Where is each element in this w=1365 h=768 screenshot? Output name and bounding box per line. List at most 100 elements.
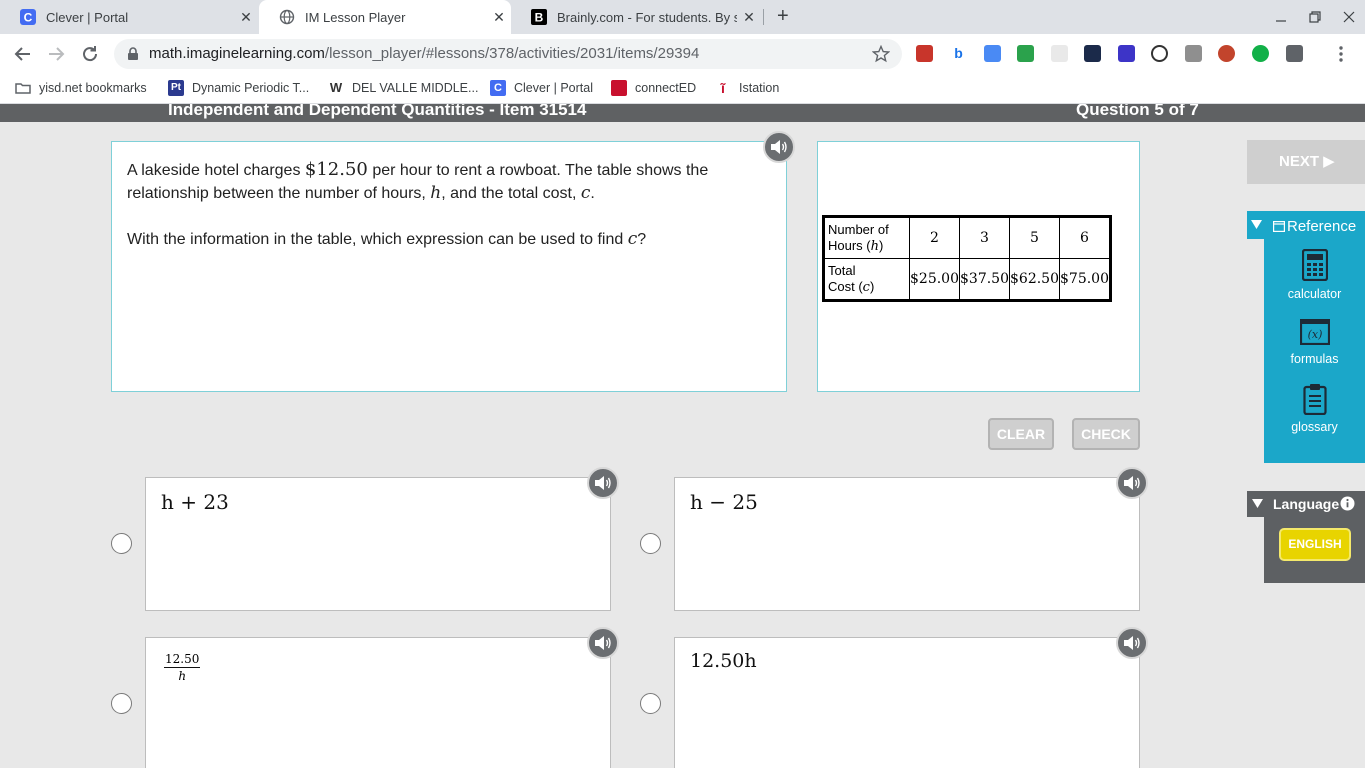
glossary-tool[interactable]: glossary <box>1264 383 1365 434</box>
folder-icon <box>15 83 31 94</box>
window-icon <box>1273 221 1285 232</box>
bookmark-dynamic-periodic[interactable]: Pt Dynamic Periodic T... <box>168 80 309 96</box>
table-cell: $62.50 <box>1009 258 1060 301</box>
extension-green-icon[interactable] <box>1252 45 1269 62</box>
choice-d-expression: 12.50h <box>690 650 757 672</box>
choice-c[interactable]: 12.50 h <box>145 637 611 768</box>
clear-button[interactable]: CLEAR <box>988 418 1054 450</box>
choice-c-radio[interactable] <box>111 693 132 714</box>
back-icon[interactable] <box>12 43 34 65</box>
question-text-segment: A lakeside hotel charges <box>127 162 305 179</box>
address-bar[interactable]: math.imaginelearning.com/lesson_player/#… <box>114 39 902 69</box>
brainly-icon: B <box>531 9 547 25</box>
istation-icon: ĩ <box>721 80 725 96</box>
variable-c: c <box>862 279 870 295</box>
speaker-icon <box>1124 476 1140 490</box>
tab-close-icon[interactable]: ✕ <box>737 9 761 26</box>
extension-gray-c-icon[interactable] <box>1185 45 1202 62</box>
choice-b-audio-button[interactable] <box>1116 467 1148 499</box>
variable-c: c <box>580 183 591 203</box>
choice-d-audio-button[interactable] <box>1116 627 1148 659</box>
tab-close-icon[interactable]: ✕ <box>234 9 258 26</box>
choice-c-audio-button[interactable] <box>587 627 619 659</box>
close-window-icon[interactable] <box>1342 10 1356 24</box>
reference-toggle[interactable]: Reference <box>1247 211 1365 239</box>
speaker-icon <box>595 476 611 490</box>
url-path: /lesson_player/#lessons/378/activities/2… <box>324 45 700 62</box>
extension-book-icon[interactable] <box>916 45 933 62</box>
bookmarks-bar: yisd.net bookmarks Pt Dynamic Periodic T… <box>0 74 1365 104</box>
new-tab-button[interactable]: + <box>777 5 789 28</box>
browser-toolbar: math.imaginelearning.com/lesson_player/#… <box>0 34 1365 74</box>
url-host: math.imaginelearning.com <box>149 45 325 62</box>
bookmark-clever[interactable]: C Clever | Portal <box>490 80 593 96</box>
bookmark-label: yisd.net bookmarks <box>39 81 147 95</box>
globe-icon <box>279 9 295 25</box>
bookmark-label: Dynamic Periodic T... <box>192 81 310 95</box>
tab-clever-portal[interactable]: C Clever | Portal ✕ <box>0 0 258 34</box>
formulas-icon: (x) <box>1299 318 1330 346</box>
clever-icon: C <box>20 9 36 25</box>
choice-d-radio[interactable] <box>640 693 661 714</box>
info-icon[interactable] <box>1340 496 1355 511</box>
table-cell: 5 <box>1009 216 1060 259</box>
choice-c-fraction: 12.50 h <box>164 652 201 683</box>
extension-gear-icon[interactable] <box>1151 45 1168 62</box>
extension-c-icon[interactable] <box>1118 45 1135 62</box>
choice-a[interactable]: h + 23 <box>145 477 611 611</box>
extension-brush-icon[interactable] <box>1218 45 1235 62</box>
bookmark-connected[interactable]: connectED <box>611 80 696 96</box>
bookmark-yisd[interactable]: yisd.net bookmarks <box>15 80 147 96</box>
question-text: A lakeside hotel charges $12.50 per hour… <box>127 158 767 251</box>
formulas-tool[interactable]: (x) formulas <box>1264 318 1365 366</box>
row-header-text: Hours ( <box>828 237 871 253</box>
lock-icon[interactable] <box>127 47 139 61</box>
extension-translate-icon[interactable] <box>984 45 1001 62</box>
bookmark-label: DEL VALLE MIDDLE... <box>352 81 479 95</box>
calculator-tool[interactable]: calculator <box>1264 248 1365 301</box>
tab-title: IM Lesson Player <box>305 9 406 25</box>
restore-icon[interactable] <box>1308 10 1322 24</box>
reload-icon[interactable] <box>79 43 101 65</box>
minimize-icon[interactable] <box>1274 10 1288 24</box>
language-label: Language <box>1273 496 1340 512</box>
formulas-label: formulas <box>1290 352 1339 366</box>
table-panel: Number of Hours (h) 2 3 5 6 Total Cost (c)… <box>817 141 1140 392</box>
extension-b-icon[interactable]: b <box>950 45 967 62</box>
table-row-hours: Number of Hours (h) 2 3 5 6 <box>823 216 1111 259</box>
tab-brainly[interactable]: B Brainly.com - For students. By st ✕ <box>511 0 761 34</box>
bookmark-del-valle[interactable]: W DEL VALLE MIDDLE... <box>328 80 479 96</box>
choice-d[interactable]: 12.50h <box>674 637 1140 768</box>
svg-text:(x): (x) <box>1307 328 1322 341</box>
check-button[interactable]: CHECK <box>1072 418 1140 450</box>
extension-screen-icon[interactable] <box>1084 45 1101 62</box>
question-audio-button[interactable] <box>763 131 795 163</box>
extension-classroom-icon[interactable] <box>1017 45 1034 62</box>
choice-b[interactable]: h − 25 <box>674 477 1140 611</box>
bookmark-istation[interactable]: ĩ Istation <box>715 80 779 96</box>
tab-im-lesson-player[interactable]: IM Lesson Player ✕ <box>259 0 511 34</box>
choice-b-radio[interactable] <box>640 533 661 554</box>
menu-kebab-icon[interactable] <box>1333 45 1349 63</box>
triangle-down-icon <box>1251 220 1262 229</box>
choice-a-audio-button[interactable] <box>587 467 619 499</box>
star-icon[interactable] <box>872 45 890 63</box>
extension-hand-icon[interactable] <box>1051 45 1068 62</box>
triangle-down-icon <box>1252 499 1263 508</box>
question-prompt: With the information in the table, which… <box>127 231 628 248</box>
calculator-icon <box>1301 248 1328 282</box>
glossary-label: glossary <box>1291 420 1338 434</box>
language-toggle[interactable]: Language <box>1247 491 1365 517</box>
tab-close-icon[interactable]: ✕ <box>487 9 511 26</box>
choice-a-radio[interactable] <box>111 533 132 554</box>
next-button[interactable]: NEXT ▶ <box>1247 140 1365 184</box>
table-cell: $75.00 <box>1059 258 1111 301</box>
speaker-icon <box>771 140 787 154</box>
table-cell: 6 <box>1059 216 1111 259</box>
bookmark-label: connectED <box>635 81 697 95</box>
forward-icon[interactable] <box>45 43 67 65</box>
row-header-cost: Total Cost (c) <box>823 258 910 301</box>
browser-tab-bar: C Clever | Portal ✕ IM Lesson Player ✕ B… <box>0 0 1365 34</box>
english-button[interactable]: ENGLISH <box>1279 528 1351 561</box>
extensions-puzzle-icon[interactable] <box>1286 45 1303 62</box>
